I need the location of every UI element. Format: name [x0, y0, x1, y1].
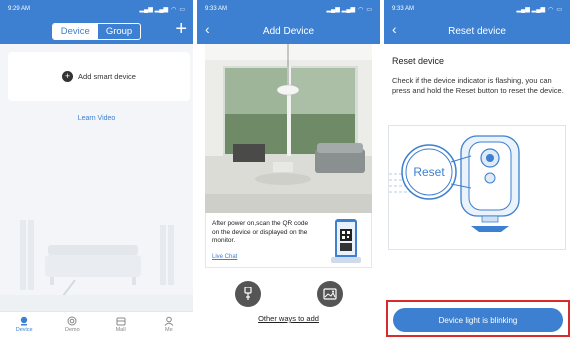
status-time: 9:33 AM: [205, 6, 228, 12]
highlight-box: Device light is blinking: [386, 300, 570, 337]
image-icon: [323, 288, 337, 300]
camera-reset-illustration: Reset: [389, 135, 520, 232]
add-circle-icon: +: [62, 71, 74, 82]
mall-icon: [116, 317, 126, 326]
tab-mall-nav[interactable]: Mall: [97, 312, 145, 337]
reset-heading: Reset device: [392, 56, 445, 66]
reset-diagram: Reset: [388, 125, 566, 250]
reset-device-screen: 9:33 AM ▂▄▆ ▂▄▆ ◠ ▭ ‹ Reset device Reset…: [384, 0, 570, 337]
device-plug-icon: [244, 287, 252, 300]
signal-icon: ▂▄▆ ▂▄▆: [326, 6, 356, 13]
back-arrow-icon[interactable]: ‹: [392, 21, 397, 37]
signal-icon: ▂▄▆ ▂▄▆: [516, 6, 546, 13]
add-smart-device-label: Add smart device: [78, 72, 136, 81]
tab-device[interactable]: Device: [52, 23, 98, 39]
status-time: 9:33 AM: [392, 6, 415, 12]
other-ways-to-add-link[interactable]: Other ways to add: [197, 314, 380, 323]
back-arrow-icon[interactable]: ‹: [205, 21, 210, 37]
reset-description: Check if the device indicator is flashin…: [392, 76, 564, 95]
status-bar: 9:29 AM ▂▄▆ ▂▄▆ ◠ ▭: [0, 0, 193, 18]
scan-instructions-card: After power on,scan the QR code on the d…: [205, 213, 372, 268]
reset-label: Reset: [413, 165, 445, 179]
device-list-screen: 9:29 AM ▂▄▆ ▂▄▆ ◠ ▭ Device Group + + Add…: [0, 0, 193, 337]
top-bar: ‹ Reset device: [384, 18, 570, 44]
add-device-screen: 9:33 AM ▂▄▆ ▂▄▆ ◠ ▭ ‹ Add Device After p…: [197, 0, 380, 337]
wifi-icon: ◠: [171, 6, 177, 13]
page-title: Add Device: [262, 25, 315, 37]
tab-me-nav[interactable]: Me: [145, 312, 193, 337]
bottom-tab-bar: Device Demo Mall Me: [0, 311, 193, 337]
device-group-toggle: Device Group: [51, 22, 142, 40]
battery-icon: ▭: [179, 6, 185, 13]
learn-video-link[interactable]: Learn Video: [0, 115, 193, 122]
empty-room-illustration: [0, 200, 193, 315]
wifi-icon: ◠: [548, 6, 554, 13]
add-smart-device-card[interactable]: + Add smart device: [8, 52, 190, 101]
signal-icon: ▂▄▆ ▂▄▆: [139, 6, 169, 13]
tab-group[interactable]: Group: [98, 24, 140, 39]
top-bar: Device Group +: [0, 18, 193, 44]
living-room-photo: [205, 44, 372, 213]
device-light-blinking-button[interactable]: Device light is blinking: [393, 308, 563, 332]
status-bar: 9:33 AM ▂▄▆ ▂▄▆ ◠ ▭: [197, 0, 380, 18]
page-title: Reset device: [448, 25, 506, 37]
scan-instructions-text: After power on,scan the QR code on the d…: [212, 220, 309, 244]
battery-icon: ▭: [556, 6, 562, 13]
tab-device-nav[interactable]: Device: [0, 312, 48, 337]
live-chat-link[interactable]: Live Chat: [212, 254, 237, 260]
battery-icon: ▭: [366, 6, 372, 13]
top-bar: ‹ Add Device: [197, 18, 380, 44]
gallery-scan-button[interactable]: [317, 281, 343, 307]
wifi-icon: ◠: [358, 6, 364, 13]
demo-icon: [67, 316, 77, 326]
status-bar: 9:33 AM ▂▄▆ ▂▄▆ ◠ ▭: [384, 0, 570, 18]
me-icon: [164, 316, 174, 326]
plus-icon[interactable]: +: [175, 18, 187, 41]
device-icon: [20, 316, 28, 326]
status-time: 9:29 AM: [8, 6, 31, 12]
manual-add-button[interactable]: [235, 281, 261, 307]
qr-code-icon: [331, 219, 361, 263]
tab-demo-nav[interactable]: Demo: [48, 312, 96, 337]
